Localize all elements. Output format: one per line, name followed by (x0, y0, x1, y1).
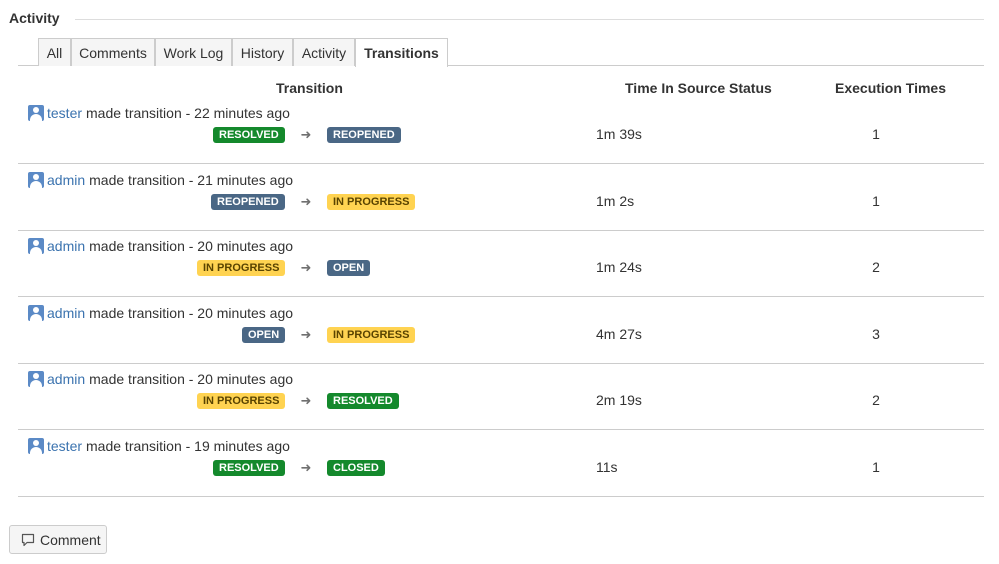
header-execution-times: Execution Times (835, 80, 947, 96)
time-in-source-status: 1m 39s (596, 126, 642, 142)
transition-statuses: RESOLVED ➜ CLOSED (18, 459, 984, 476)
tab-all[interactable]: All (38, 38, 71, 66)
tab-work-log[interactable]: Work Log (155, 38, 232, 66)
user-link[interactable]: tester (47, 105, 82, 121)
transition-description: made transition - 21 minutes ago (89, 171, 294, 188)
comment-button-label: Comment (40, 531, 101, 548)
transition-statuses: IN PROGRESS ➜ OPEN (18, 260, 984, 276)
execution-times: 1 (872, 192, 880, 209)
section-header: Activity (9, 8, 984, 28)
transition-actor: admin made transition - 20 minutes ago (28, 238, 293, 254)
transition-statuses: RESOLVED ➜ REOPENED (18, 127, 984, 143)
table-header: Transition Time In Source Status Executi… (18, 80, 984, 100)
status-lozenge-in-progress: IN PROGRESS (197, 260, 286, 276)
tab-comments[interactable]: Comments (71, 38, 155, 66)
table-row: admin made transition - 20 minutes ago IN … (18, 364, 984, 430)
transition-actor: admin made transition - 20 minutes ago (28, 371, 293, 387)
table-row: admin made transition - 20 minutes ago OPE… (18, 298, 984, 364)
table-row: admin made transition - 20 minutes ago IN … (18, 231, 984, 297)
tab-history[interactable]: History (232, 38, 293, 66)
arrow-right-icon: ➜ (300, 260, 312, 275)
transition-statuses: REOPENED ➜ IN PROGRESS (18, 193, 984, 210)
activity-tabs: All Comments Work Log History Activity T… (18, 38, 984, 67)
execution-times: 1 (872, 126, 880, 142)
status-lozenge-closed: CLOSED (327, 459, 385, 476)
transition-description: made transition - 22 minutes ago (86, 105, 290, 121)
time-in-source-status: 2m 19s (596, 392, 642, 408)
transition-description: made transition - 20 minutes ago (89, 371, 294, 387)
execution-times: 2 (872, 259, 880, 275)
transition-statuses: OPEN ➜ IN PROGRESS (18, 326, 984, 343)
execution-times: 2 (872, 392, 880, 408)
transition-actor: admin made transition - 20 minutes ago (28, 304, 294, 321)
comment-icon (21, 533, 35, 547)
time-in-source-status: 1m 2s (596, 192, 635, 209)
header-transition: Transition (276, 80, 343, 96)
transition-statuses: IN PROGRESS ➜ RESOLVED (18, 393, 984, 409)
transition-description: made transition - 20 minutes ago (89, 238, 294, 254)
table-row: admin made transition - 21 minutes ago REO… (18, 165, 984, 231)
user-avatar-icon[interactable] (28, 371, 44, 387)
execution-times: 3 (872, 325, 880, 342)
table-row: tester made transition - 19 minutes ago RE… (18, 431, 984, 497)
user-link[interactable]: admin (47, 371, 85, 387)
status-lozenge-reopened: REOPENED (327, 127, 401, 143)
comment-button[interactable]: Comment (9, 525, 107, 554)
header-time-in-source-status: Time In Source Status (625, 80, 772, 96)
user-avatar-icon[interactable] (28, 437, 44, 454)
user-avatar-icon[interactable] (28, 105, 44, 121)
transition-actor: tester made transition - 22 minutes ago (28, 105, 290, 121)
status-lozenge-open: OPEN (327, 260, 371, 276)
arrow-right-icon: ➜ (300, 127, 312, 142)
time-in-source-status: 11s (596, 458, 618, 475)
status-lozenge-open: OPEN (242, 326, 286, 343)
status-lozenge-in-progress: IN PROGRESS (327, 326, 416, 343)
transition-actor: tester made transition - 19 minutes ago (28, 437, 290, 454)
tab-activity[interactable]: Activity (293, 38, 355, 66)
table-row: tester made transition - 22 minutes ago RE… (18, 98, 984, 164)
status-lozenge-reopened: REOPENED (211, 193, 285, 210)
transition-description: made transition - 20 minutes ago (89, 304, 294, 321)
tab-transitions[interactable]: Transitions (355, 38, 448, 67)
user-avatar-icon[interactable] (28, 304, 44, 321)
transition-actor: admin made transition - 21 minutes ago (28, 171, 294, 188)
user-link[interactable]: admin (47, 172, 85, 188)
arrow-right-icon: ➜ (300, 193, 312, 209)
status-lozenge-in-progress: IN PROGRESS (327, 193, 416, 210)
section-title: Activity (9, 10, 60, 26)
execution-times: 1 (872, 458, 880, 475)
user-link[interactable]: admin (47, 305, 85, 321)
time-in-source-status: 1m 24s (596, 259, 642, 275)
transition-description: made transition - 19 minutes ago (86, 437, 290, 454)
status-lozenge-resolved: RESOLVED (327, 393, 399, 409)
arrow-right-icon: ➜ (300, 459, 312, 475)
user-link[interactable]: tester (47, 438, 82, 454)
section-divider (75, 19, 984, 20)
arrow-right-icon: ➜ (300, 326, 312, 342)
user-avatar-icon[interactable] (28, 171, 44, 188)
status-lozenge-resolved: RESOLVED (213, 127, 285, 143)
time-in-source-status: 4m 27s (596, 325, 642, 342)
user-link[interactable]: admin (47, 238, 85, 254)
arrow-right-icon: ➜ (300, 393, 312, 408)
status-lozenge-in-progress: IN PROGRESS (197, 393, 286, 409)
status-lozenge-resolved: RESOLVED (213, 459, 285, 476)
user-avatar-icon[interactable] (28, 238, 44, 254)
